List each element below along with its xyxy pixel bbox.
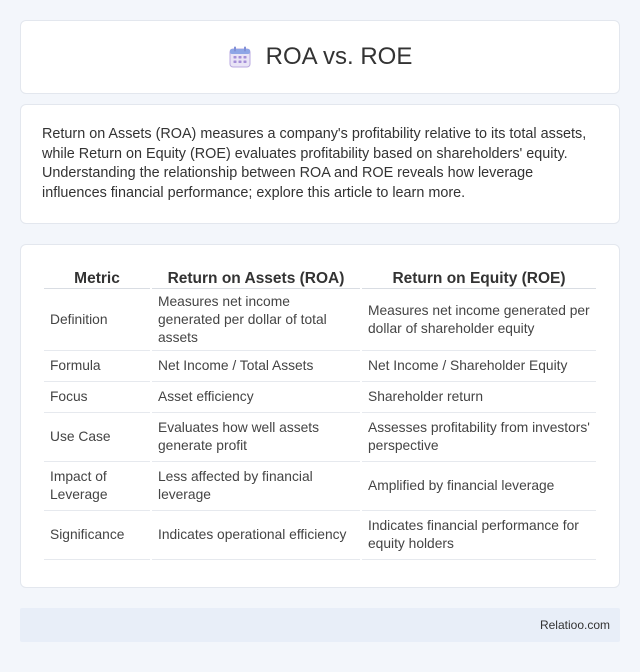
table-header-row: Metric Return on Assets (ROA) Return on … xyxy=(44,265,596,289)
metric-cell: Definition xyxy=(44,289,150,351)
footer-brand[interactable]: Relatioo.com xyxy=(540,618,610,632)
column-header-metric: Metric xyxy=(44,265,150,289)
roe-cell: Amplified by financial leverage xyxy=(362,462,596,511)
roa-cell: Asset efficiency xyxy=(152,382,360,413)
table-row: Definition Measures net income generated… xyxy=(44,289,596,351)
table-row: Focus Asset efficiency Shareholder retur… xyxy=(44,382,596,413)
table-row: Use Case Evaluates how well assets gener… xyxy=(44,413,596,462)
comparison-table-card: Metric Return on Assets (ROA) Return on … xyxy=(20,244,620,588)
column-header-roe: Return on Equity (ROE) xyxy=(362,265,596,289)
title-card: ROA vs. ROE xyxy=(20,20,620,94)
table-row: Impact of Leverage Less affected by fina… xyxy=(44,462,596,511)
roe-cell: Measures net income generated per dollar… xyxy=(362,289,596,351)
intro-text: Return on Assets (ROA) measures a compan… xyxy=(42,126,587,201)
comparison-table: Metric Return on Assets (ROA) Return on … xyxy=(42,265,598,560)
metric-cell: Impact of Leverage xyxy=(44,462,150,511)
roe-cell: Assesses profitability from investors' p… xyxy=(362,413,596,462)
page-title: ROA vs. ROE xyxy=(265,43,413,70)
intro-card: Return on Assets (ROA) measures a compan… xyxy=(20,104,620,224)
table-row: Formula Net Income / Total Assets Net In… xyxy=(44,351,596,382)
roa-cell: Indicates operational efficiency xyxy=(152,511,360,560)
metric-cell: Use Case xyxy=(44,413,150,462)
roa-cell: Less affected by financial leverage xyxy=(152,462,360,511)
roa-cell: Measures net income generated per dollar… xyxy=(152,289,360,351)
metric-cell: Significance xyxy=(44,511,150,560)
roe-cell: Indicates financial performance for equi… xyxy=(362,511,596,560)
roa-cell: Net Income / Total Assets xyxy=(152,351,360,382)
roa-cell: Evaluates how well assets generate profi… xyxy=(152,413,360,462)
table-row: Significance Indicates operational effic… xyxy=(44,511,596,560)
roe-cell: Net Income / Shareholder Equity xyxy=(362,351,596,382)
footer: Relatioo.com xyxy=(20,608,620,642)
title-wrap: ROA vs. ROE xyxy=(228,43,413,71)
roe-cell: Shareholder return xyxy=(362,382,596,413)
metric-cell: Focus xyxy=(44,382,150,413)
column-header-roa: Return on Assets (ROA) xyxy=(152,265,360,289)
metric-cell: Formula xyxy=(44,351,150,382)
calendar-icon xyxy=(228,45,252,69)
